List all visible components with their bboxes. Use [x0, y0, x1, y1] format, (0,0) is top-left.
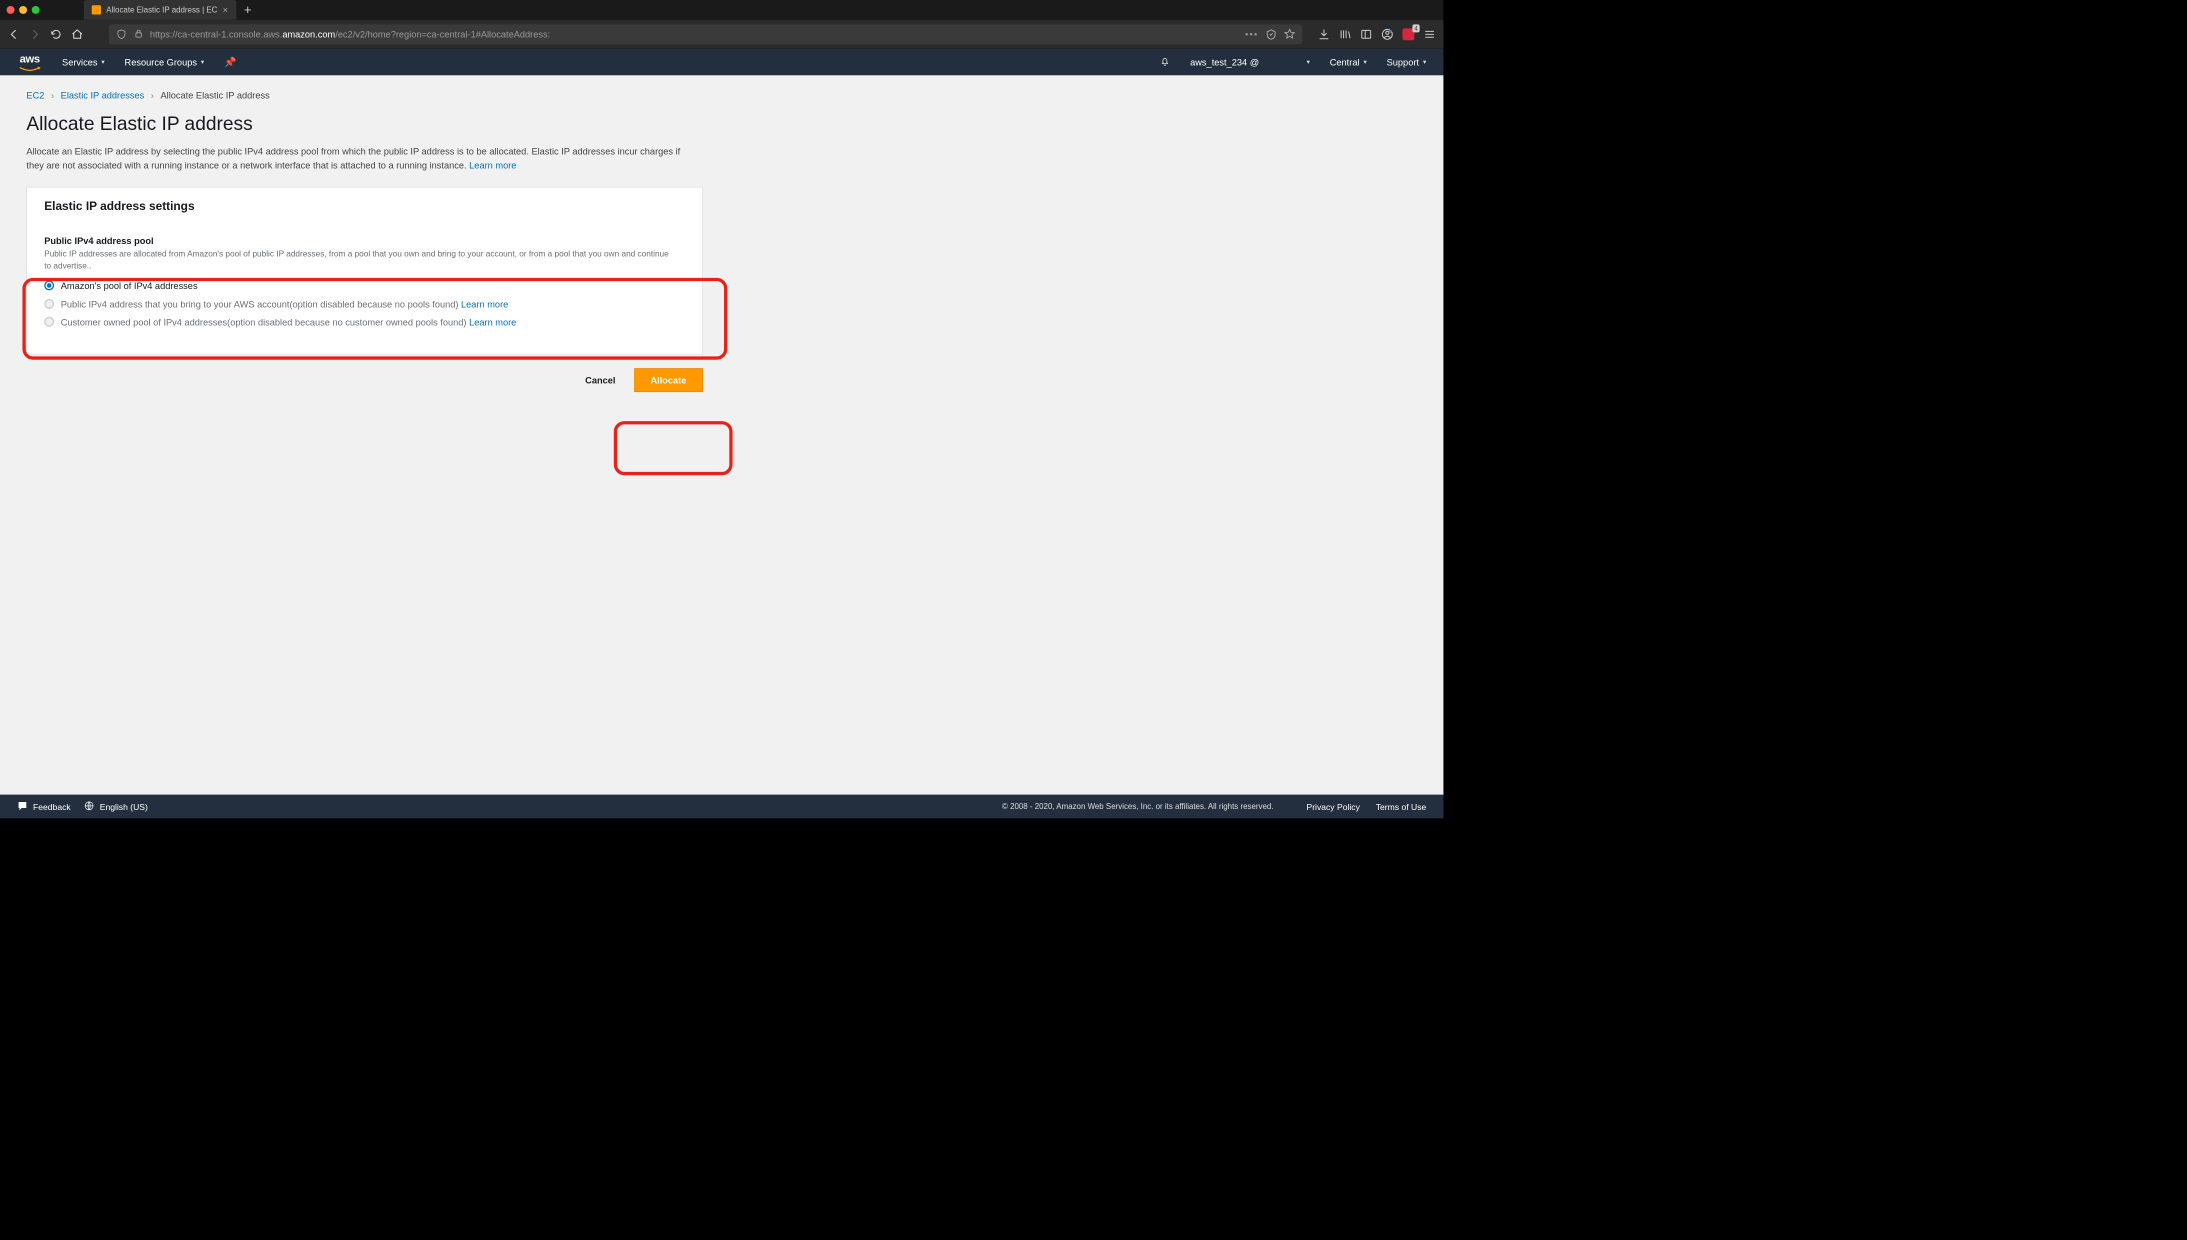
browser-nav-row: https://ca-central-1.console.aws.amazon.… — [0, 20, 1443, 49]
url-bar[interactable]: https://ca-central-1.console.aws.amazon.… — [109, 24, 1302, 44]
feedback-link[interactable]: Feedback — [17, 800, 71, 813]
radio-byoip-pool: Public IPv4 address that you bring to yo… — [44, 298, 685, 311]
library-icon[interactable] — [1339, 28, 1351, 40]
cancel-button[interactable]: Cancel — [581, 374, 619, 386]
learn-more-link[interactable]: Learn more — [461, 299, 508, 310]
browser-tab-active[interactable]: Allocate Elastic IP address | EC × — [84, 0, 236, 20]
radio-label: Public IPv4 address that you bring to yo… — [61, 298, 509, 311]
aws-top-nav: aws Services▾ Resource Groups▾ 📌 aws_tes… — [0, 49, 1443, 75]
tab-close-icon[interactable]: × — [223, 5, 228, 16]
aws-logo[interactable]: aws — [17, 54, 42, 69]
radio-disabled-icon — [44, 299, 54, 309]
menu-icon[interactable] — [1424, 28, 1436, 40]
window-close-dot[interactable] — [7, 6, 15, 14]
radio-disabled-icon — [44, 317, 54, 327]
terms-link[interactable]: Terms of Use — [1376, 802, 1427, 812]
nav-services[interactable]: Services▾ — [62, 57, 105, 68]
aws-favicon — [92, 5, 101, 14]
chevron-right-icon: › — [151, 90, 154, 101]
language-selector[interactable]: English (US) — [84, 800, 148, 813]
lock-icon[interactable] — [134, 29, 143, 40]
bookmark-star-icon[interactable] — [1284, 28, 1296, 40]
privacy-link[interactable]: Privacy Policy — [1306, 802, 1359, 812]
url-text: https://ca-central-1.console.aws.amazon.… — [150, 29, 1239, 40]
panel-header: Elastic IP address settings — [27, 187, 702, 225]
new-tab-button[interactable]: + — [236, 0, 260, 20]
chevron-right-icon: › — [51, 90, 54, 101]
globe-icon — [84, 800, 95, 813]
field-desc-pool: Public IP addresses are allocated from A… — [44, 249, 678, 272]
radio-label: Customer owned pool of IPv4 addresses(op… — [61, 316, 517, 329]
radio-amazon-pool[interactable]: Amazon's pool of IPv4 addresses — [44, 280, 685, 293]
feedback-label: Feedback — [33, 802, 71, 812]
window-zoom-dot[interactable] — [32, 6, 40, 14]
settings-panel: Elastic IP address settings Public IPv4 … — [26, 187, 703, 355]
tab-title: Allocate Elastic IP address | EC — [106, 5, 217, 14]
extension-badge-icon[interactable] — [1403, 28, 1415, 40]
learn-more-link[interactable]: Learn more — [469, 317, 516, 328]
annotation-highlight-box — [614, 421, 733, 475]
forward-icon[interactable] — [29, 28, 41, 40]
nav-support[interactable]: Support▾ — [1387, 57, 1427, 68]
speech-bubble-icon — [17, 800, 28, 813]
breadcrumb-ec2[interactable]: EC2 — [26, 90, 44, 101]
page-title: Allocate Elastic IP address — [26, 114, 1417, 136]
shield-icon[interactable] — [116, 28, 128, 40]
back-icon[interactable] — [8, 28, 20, 40]
aws-footer: Feedback English (US) © 2008 - 2020, Ama… — [0, 795, 1443, 819]
download-icon[interactable] — [1318, 28, 1330, 40]
learn-more-link[interactable]: Learn more — [469, 160, 516, 171]
nav-resource-groups[interactable]: Resource Groups▾ — [125, 57, 205, 68]
browser-titlebar: Allocate Elastic IP address | EC × + — [0, 0, 1443, 20]
nav-account[interactable]: aws_test_234 @▾ — [1190, 57, 1310, 68]
window-minimize-dot[interactable] — [19, 6, 27, 14]
breadcrumb: EC2 › Elastic IP addresses › Allocate El… — [26, 90, 1417, 101]
allocate-button[interactable]: Allocate — [634, 368, 703, 392]
radio-label: Amazon's pool of IPv4 addresses — [61, 280, 198, 293]
reader-icon[interactable] — [1265, 28, 1277, 40]
url-more-icon[interactable]: ••• — [1245, 29, 1259, 40]
radio-customer-pool: Customer owned pool of IPv4 addresses(op… — [44, 316, 685, 329]
breadcrumb-elastic-ips[interactable]: Elastic IP addresses — [61, 90, 145, 101]
page-content: EC2 › Elastic IP addresses › Allocate El… — [0, 75, 1443, 794]
sidebar-icon[interactable] — [1360, 28, 1372, 40]
reload-icon[interactable] — [50, 28, 62, 40]
account-icon[interactable] — [1381, 28, 1393, 40]
bell-icon[interactable] — [1160, 56, 1171, 69]
nav-region[interactable]: Central▾ — [1330, 57, 1367, 68]
breadcrumb-current: Allocate Elastic IP address — [160, 90, 269, 101]
field-title-pool: Public IPv4 address pool — [44, 236, 685, 247]
home-icon[interactable] — [71, 28, 83, 40]
language-label: English (US) — [100, 802, 148, 812]
radio-selected-icon[interactable] — [44, 281, 54, 291]
pin-icon[interactable]: 📌 — [224, 56, 236, 68]
copyright-text: © 2008 - 2020, Amazon Web Services, Inc.… — [1002, 802, 1273, 811]
page-description: Allocate an Elastic IP address by select… — [26, 145, 693, 173]
action-row: Cancel Allocate — [26, 368, 703, 392]
